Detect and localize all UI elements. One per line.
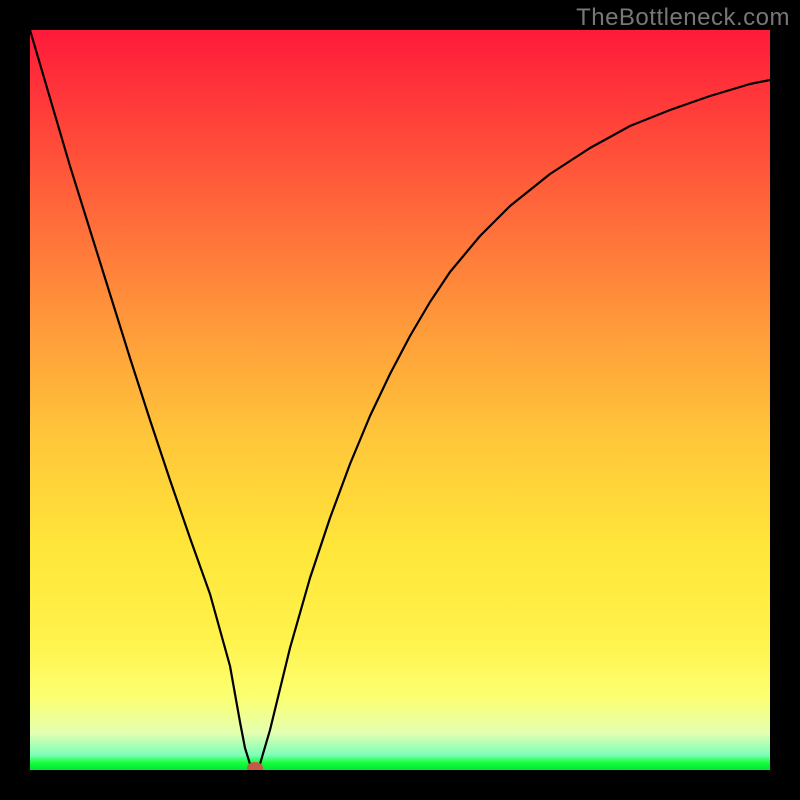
watermark-text: TheBottleneck.com <box>576 4 790 32</box>
bottleneck-curve <box>30 30 770 768</box>
plot-area <box>30 30 770 770</box>
chart-frame: TheBottleneck.com <box>0 0 800 800</box>
plot-svg <box>30 30 770 770</box>
